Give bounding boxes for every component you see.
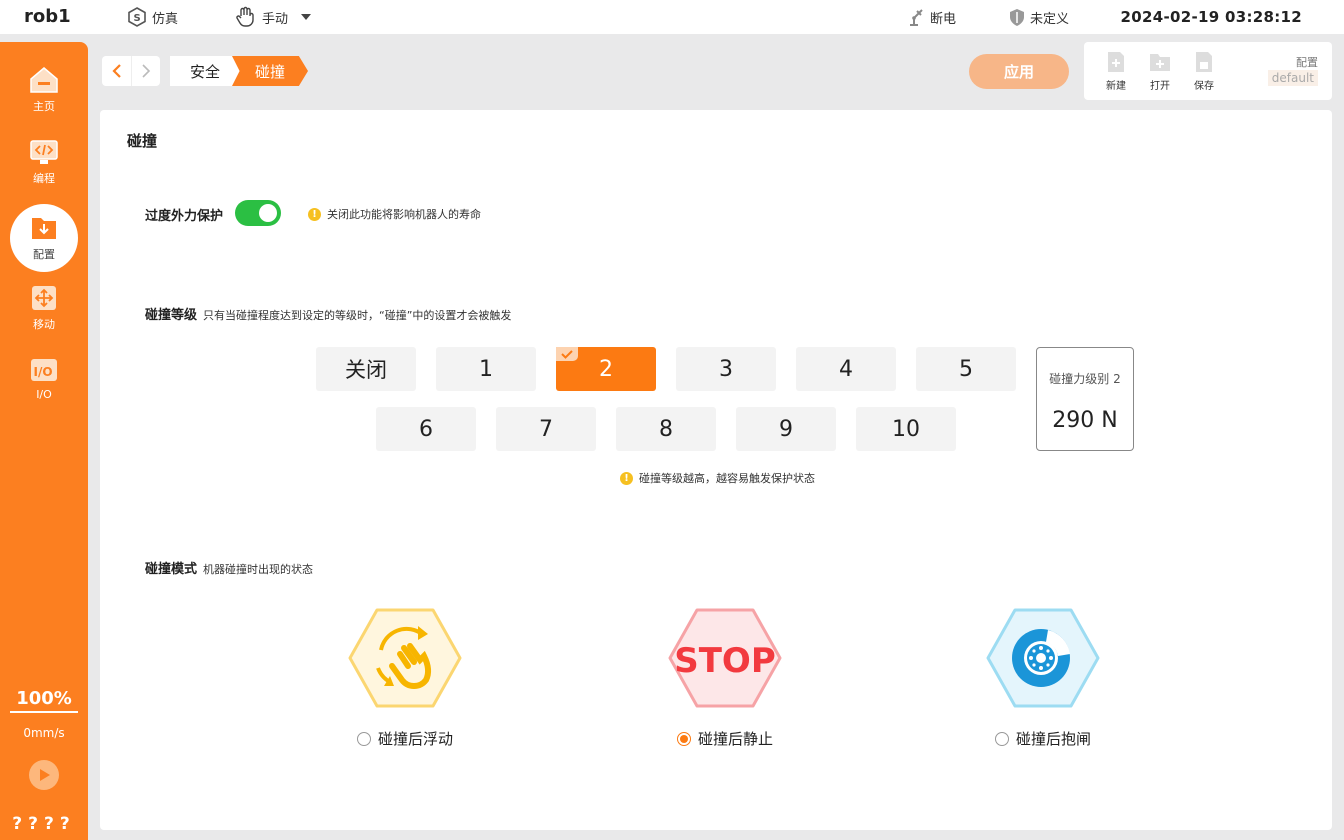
check-icon bbox=[556, 347, 578, 361]
back-button[interactable] bbox=[102, 56, 131, 86]
safety-label: 未定义 bbox=[1030, 11, 1070, 27]
folder-icon bbox=[1150, 54, 1170, 71]
simulation-icon: S bbox=[128, 7, 146, 27]
level-option-2[interactable]: 2 bbox=[556, 347, 656, 391]
level-option-4[interactable]: 4 bbox=[796, 347, 896, 391]
mode-description: 机器碰撞时出现的状态 bbox=[203, 563, 314, 576]
svg-text:I/O: I/O bbox=[34, 365, 53, 379]
code-icon bbox=[29, 138, 59, 166]
config-icon bbox=[29, 214, 59, 242]
chevron-right-icon bbox=[142, 64, 151, 78]
brake-radio[interactable] bbox=[994, 731, 1009, 746]
apply-button[interactable]: 应用 bbox=[969, 54, 1069, 89]
mode-option-float[interactable]: 碰撞后浮动 bbox=[325, 608, 485, 749]
mode-label: 碰撞模式 机器碰撞时出现的状态 bbox=[145, 562, 314, 577]
float-hand-icon bbox=[348, 608, 462, 708]
level-warning: ! 碰撞等级越高，越容易触发保护状态 bbox=[620, 470, 815, 486]
force-readout: 碰撞力级别 2 290 N bbox=[1036, 347, 1134, 451]
sidebar-item-label: 主页 bbox=[33, 100, 55, 113]
open-button[interactable]: 打开 bbox=[1140, 50, 1180, 92]
sidebar-item-config[interactable]: 配置 bbox=[10, 204, 78, 272]
svg-text:S: S bbox=[134, 13, 141, 24]
sidebar-item-home[interactable]: 主页 bbox=[10, 56, 78, 124]
breadcrumb-safety[interactable]: 安全 bbox=[170, 56, 240, 86]
file-panel: 新建 打开 保存 配置 default bbox=[1084, 42, 1332, 100]
level-label: 碰撞等级 只有当碰撞程度达到设定的等级时，“碰撞”中的设置才会被触发 bbox=[145, 308, 512, 323]
force-label: 碰撞力级别 2 bbox=[1049, 372, 1121, 386]
stop-sign-icon: STOP bbox=[668, 608, 782, 708]
io-icon: I/O bbox=[29, 356, 59, 384]
warning-icon: ! bbox=[308, 207, 321, 221]
force-value: 290 N bbox=[1052, 408, 1118, 433]
speed-value: 0mm/s bbox=[23, 726, 65, 740]
caret-down-icon bbox=[301, 14, 312, 20]
forward-button[interactable] bbox=[131, 56, 160, 86]
mode-label: 手动 bbox=[262, 11, 289, 27]
mode-option-stop[interactable]: STOP 碰撞后静止 bbox=[645, 608, 805, 749]
level-option-10[interactable]: 10 bbox=[856, 407, 956, 451]
level-option-8[interactable]: 8 bbox=[616, 407, 716, 451]
toggle-knob bbox=[259, 204, 277, 222]
power-label: 断电 bbox=[930, 11, 957, 27]
sidebar-item-program[interactable]: 编程 bbox=[10, 128, 78, 196]
datetime: 2024-02-19 03:28:12 bbox=[1120, 8, 1302, 26]
collision-panel: 碰撞 过度外力保护 ! 关闭此功能将影响机器人的寿命 碰撞等级 只有当碰撞程度达到… bbox=[100, 110, 1332, 830]
power-status[interactable]: 断电 bbox=[906, 5, 956, 29]
stop-radio[interactable] bbox=[676, 731, 691, 746]
play-button[interactable] bbox=[29, 760, 59, 790]
level-option-1[interactable]: 1 bbox=[436, 347, 536, 391]
save-icon bbox=[1196, 52, 1212, 72]
status-marks: ???? bbox=[12, 814, 76, 834]
safety-status[interactable]: 未定义 bbox=[1008, 5, 1069, 29]
move-icon bbox=[29, 284, 59, 312]
level-option-5[interactable]: 5 bbox=[916, 347, 1016, 391]
mode-dropdown[interactable]: 手动 bbox=[234, 5, 320, 29]
sidebar-item-label: 配置 bbox=[33, 248, 55, 261]
level-option-6[interactable]: 6 bbox=[376, 407, 476, 451]
home-icon bbox=[29, 66, 59, 94]
sidebar-item-label: 编程 bbox=[33, 172, 55, 185]
brake-disc-icon bbox=[986, 608, 1100, 708]
float-radio[interactable] bbox=[356, 731, 371, 746]
config-label: 配置 bbox=[1296, 56, 1318, 69]
sidebar-item-io[interactable]: I/O I/O bbox=[10, 344, 78, 412]
svg-text:STOP: STOP bbox=[674, 641, 776, 681]
sidebar: 主页 编程 配置 移动 I/O I/O 100% 0mm/s ???? bbox=[0, 42, 88, 840]
robot-name[interactable]: rob1 bbox=[24, 6, 71, 27]
play-icon bbox=[40, 769, 50, 781]
chevron-left-icon bbox=[111, 64, 121, 78]
level-option-7[interactable]: 7 bbox=[496, 407, 596, 451]
sidebar-item-label: I/O bbox=[36, 387, 52, 401]
level-option-9[interactable]: 9 bbox=[736, 407, 836, 451]
protection-warning: ! 关闭此功能将影响机器人的寿命 bbox=[308, 206, 481, 222]
level-option-3[interactable]: 3 bbox=[676, 347, 776, 391]
robot-arm-icon bbox=[910, 9, 923, 26]
new-file-icon bbox=[1108, 52, 1124, 72]
speed-percent[interactable]: 100% bbox=[10, 688, 78, 713]
protection-label: 过度外力保护 bbox=[145, 209, 224, 224]
shield-icon bbox=[1010, 9, 1024, 26]
protection-toggle[interactable] bbox=[235, 200, 281, 226]
top-bar: rob1 S 仿真 手动 断电 未定义 2024-02-19 03:28:12 bbox=[0, 0, 1344, 34]
sidebar-item-label: 移动 bbox=[33, 318, 55, 331]
mode-option-brake[interactable]: 碰撞后抱闸 bbox=[963, 608, 1123, 749]
hand-icon bbox=[236, 6, 254, 27]
simulation-label: 仿真 bbox=[152, 11, 179, 27]
warning-icon: ! bbox=[620, 471, 633, 485]
level-description: 只有当碰撞程度达到设定的等级时，“碰撞”中的设置才会被触发 bbox=[203, 309, 512, 322]
page-title: 碰撞 bbox=[127, 132, 158, 150]
config-value[interactable]: default bbox=[1267, 70, 1318, 86]
new-button[interactable]: 新建 bbox=[1096, 50, 1136, 92]
sidebar-item-move[interactable]: 移动 bbox=[10, 274, 78, 342]
save-button[interactable]: 保存 bbox=[1184, 50, 1224, 92]
level-option-off[interactable]: 关闭 bbox=[316, 347, 416, 391]
simulation-status[interactable]: S 仿真 bbox=[126, 5, 178, 29]
history-nav bbox=[102, 56, 160, 86]
breadcrumb-collision[interactable]: 碰撞 bbox=[232, 56, 308, 86]
